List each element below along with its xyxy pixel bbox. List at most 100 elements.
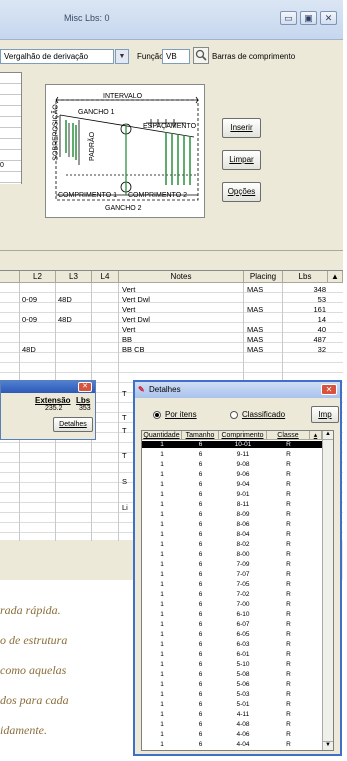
left-row[interactable] xyxy=(0,84,21,95)
list-header-comprimento[interactable]: Comprimento xyxy=(219,431,267,440)
list-item[interactable]: 1 6 7-09 R xyxy=(142,561,322,568)
close-button[interactable]: ✕ xyxy=(320,11,337,25)
list-item[interactable]: 1 6 8-04 R xyxy=(142,531,322,538)
list-item[interactable]: 1 6 7-07 R xyxy=(142,571,322,578)
list-item[interactable]: 1 6 7-02 R xyxy=(142,591,322,598)
table-row-l2[interactable]: 48D xyxy=(22,345,36,355)
shape-dropdown-arrow[interactable]: ▼ xyxy=(115,49,129,64)
list-item[interactable]: 1 6 8-06 R xyxy=(142,521,322,528)
radio-classificado[interactable] xyxy=(230,411,238,419)
radio-por-itens-label[interactable]: Por itens xyxy=(165,410,197,419)
list-item[interactable]: 1 6 4-06 R xyxy=(142,731,322,738)
list-header-tamanho[interactable]: Tamanho xyxy=(182,431,219,440)
table-row-lbs[interactable]: 161 xyxy=(286,305,326,315)
left-row[interactable] xyxy=(0,150,21,161)
column-header-notes[interactable]: Notes xyxy=(119,271,244,283)
table-row-placing[interactable]: MAS xyxy=(247,335,263,345)
table-row-notes[interactable]: T xyxy=(122,389,127,399)
table-row-lbs[interactable]: 14 xyxy=(286,315,326,325)
table-row-notes[interactable]: T xyxy=(122,451,127,461)
column-header-l4[interactable]: L4 xyxy=(92,271,119,283)
list-item[interactable]: 1 6 4-08 R xyxy=(142,721,322,728)
list-item[interactable]: 1 6 10-01 R xyxy=(142,441,322,448)
list-item[interactable]: 1 6 6-07 R xyxy=(142,621,322,628)
left-row-value[interactable]: 0 xyxy=(0,161,21,172)
list-item[interactable]: 1 6 8-02 R xyxy=(142,541,322,548)
maximize-button[interactable]: ▣ xyxy=(300,11,317,25)
scroll-down-icon[interactable]: ▼ xyxy=(323,741,333,750)
table-row-notes[interactable]: Vert xyxy=(122,305,135,315)
left-row[interactable] xyxy=(0,95,21,106)
table-row-lbs[interactable]: 487 xyxy=(286,335,326,345)
column-header-lbs[interactable]: Lbs xyxy=(283,271,328,283)
table-row-notes[interactable]: Vert xyxy=(122,285,135,295)
insert-button[interactable]: Inserir xyxy=(222,118,261,138)
table-row-lbs[interactable]: 348 xyxy=(286,285,326,295)
table-row-l2[interactable]: 0-09 xyxy=(22,315,37,325)
table-row-placing[interactable]: MAS xyxy=(247,345,263,355)
radio-classificado-label[interactable]: Classificado xyxy=(242,410,285,419)
function-input[interactable]: VB xyxy=(162,49,190,64)
print-button[interactable]: Imp xyxy=(311,406,339,423)
column-header-placing[interactable]: Placing xyxy=(244,271,283,283)
minimize-button[interactable]: ▭ xyxy=(280,11,297,25)
table-row-lbs[interactable]: 40 xyxy=(286,325,326,335)
list-item[interactable]: 1 6 9-01 R xyxy=(142,491,322,498)
left-row[interactable] xyxy=(0,73,21,84)
table-row-notes[interactable]: Vert Dwl xyxy=(122,315,150,325)
table-row-l2[interactable]: 0-09 xyxy=(22,295,37,305)
table-row-l3[interactable]: 48D xyxy=(58,315,72,325)
table-row-notes[interactable]: BB CB xyxy=(122,345,145,355)
summary-popup-close-button[interactable]: ✕ xyxy=(78,382,92,392)
table-row-notes[interactable]: T xyxy=(122,413,127,423)
table-row-notes[interactable]: Vert Dwl xyxy=(122,295,150,305)
list-item[interactable]: 1 6 5-06 R xyxy=(142,681,322,688)
table-row-placing[interactable]: MAS xyxy=(247,305,263,315)
list-item[interactable]: 1 6 8-09 R xyxy=(142,511,322,518)
table-row-lbs[interactable]: 53 xyxy=(286,295,326,305)
list-item[interactable]: 1 6 5-01 R xyxy=(142,701,322,708)
list-item[interactable]: 1 6 4-04 R xyxy=(142,741,322,748)
list-item[interactable]: 1 6 4-11 R xyxy=(142,711,322,718)
list-header-quantidade[interactable]: Quantidade xyxy=(142,431,182,440)
list-item[interactable]: 1 6 7-05 R xyxy=(142,581,322,588)
list-item[interactable]: 1 6 5-08 R xyxy=(142,671,322,678)
table-row-notes[interactable]: BB xyxy=(122,335,132,345)
scroll-up-arrow[interactable]: ▲ xyxy=(328,271,343,283)
left-row[interactable] xyxy=(0,106,21,117)
table-row-placing[interactable]: MAS xyxy=(247,325,263,335)
table-row-notes[interactable]: Vert xyxy=(122,325,135,335)
list-header-sort-icon[interactable]: ▴ xyxy=(310,431,322,440)
list-item[interactable]: 1 6 6-03 R xyxy=(142,641,322,648)
list-header-classe[interactable]: Classe xyxy=(267,431,310,440)
left-row[interactable] xyxy=(0,172,21,183)
list-item[interactable]: 1 6 9-08 R xyxy=(142,461,322,468)
list-item[interactable]: 1 6 8-11 R xyxy=(142,501,322,508)
options-button[interactable]: Opções xyxy=(222,182,261,202)
list-item[interactable]: 1 6 9-04 R xyxy=(142,481,322,488)
radio-por-itens[interactable] xyxy=(153,411,161,419)
column-header-l2[interactable]: L2 xyxy=(20,271,56,283)
left-row[interactable] xyxy=(0,139,21,150)
list-item[interactable]: 1 6 5-03 R xyxy=(142,691,322,698)
table-row-notes[interactable]: T xyxy=(122,426,127,436)
left-row[interactable] xyxy=(0,117,21,128)
list-item[interactable]: 1 6 7-00 R xyxy=(142,601,322,608)
table-row-lbs[interactable]: 32 xyxy=(286,345,326,355)
detalhes-close-button[interactable]: ✕ xyxy=(321,384,337,395)
left-row[interactable] xyxy=(0,128,21,139)
scroll-up-icon[interactable]: ▲ xyxy=(323,431,333,440)
table-row-placing[interactable]: MAS xyxy=(247,285,263,295)
details-button[interactable]: Detalhes xyxy=(53,417,93,432)
shape-select[interactable]: Vergalhão de derivação xyxy=(0,49,114,64)
table-row-l3[interactable]: 48D xyxy=(58,295,72,305)
list-item[interactable]: 1 6 9-06 R xyxy=(142,471,322,478)
column-header[interactable] xyxy=(0,271,20,283)
list-item[interactable]: 1 6 6-10 R xyxy=(142,611,322,618)
list-item[interactable]: 1 6 6-01 R xyxy=(142,651,322,658)
list-item[interactable]: 1 6 5-10 R xyxy=(142,661,322,668)
table-row-notes[interactable]: S xyxy=(122,477,127,487)
list-item[interactable]: 1 6 8-00 R xyxy=(142,551,322,558)
details-scrollbar[interactable]: ▲ ▼ xyxy=(322,431,333,750)
list-item[interactable]: 1 6 9-11 R xyxy=(142,451,322,458)
